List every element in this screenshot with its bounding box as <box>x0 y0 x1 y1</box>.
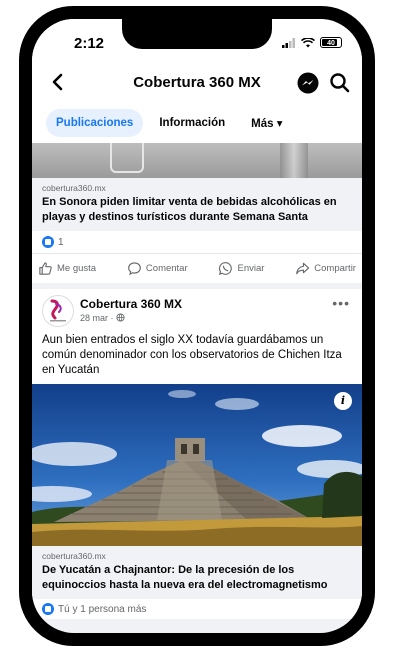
post-photo[interactable]: i <box>32 384 362 546</box>
link-preview[interactable]: cobertura360.mx En Sonora piden limitar … <box>32 178 362 231</box>
signal-icon <box>282 37 295 48</box>
page-logo-icon <box>50 299 66 322</box>
whatsapp-icon <box>219 262 233 276</box>
page-tabs: Publicaciones Información Más ▾ <box>32 103 362 143</box>
reactions-summary[interactable]: 1 <box>32 231 362 253</box>
send-label: Enviar <box>237 263 265 274</box>
link-domain: cobertura360.mx <box>42 183 106 193</box>
battery-icon: 40 <box>320 37 342 48</box>
status-icons: 40 <box>282 37 342 48</box>
tab-publicaciones[interactable]: Publicaciones <box>46 109 144 137</box>
like-button[interactable]: Me gusta <box>38 261 96 276</box>
info-button[interactable]: i <box>334 392 352 410</box>
link-title: De Yucatán a Chajnantor: De la precesión… <box>42 564 328 591</box>
share-button[interactable]: Compartir <box>295 261 356 276</box>
reaction-count: 1 <box>58 236 64 248</box>
comment-button[interactable]: Comentar <box>127 261 188 276</box>
messenger-button[interactable] <box>296 71 320 95</box>
send-button[interactable]: Enviar <box>218 261 264 276</box>
comment-label: Comentar <box>145 263 188 274</box>
phone-frame: 2:12 40 Cobertura 360 MX Publicaciones I… <box>19 6 375 646</box>
post-header: Cobertura 360 MX 28 mar · ••• <box>32 289 362 331</box>
more-icon: ••• <box>332 295 350 311</box>
avatar[interactable] <box>42 295 74 327</box>
thumbs-up-icon <box>39 262 52 275</box>
globe-icon <box>116 313 125 322</box>
battery-level: 40 <box>327 40 335 47</box>
tab-informacion[interactable]: Información <box>149 109 235 137</box>
reactions-summary[interactable]: Tú y 1 persona más <box>32 599 362 619</box>
reaction-names: Tú y 1 persona más <box>58 603 147 615</box>
post-meta: 28 mar · <box>80 313 125 323</box>
post-date: 28 mar · <box>80 313 117 323</box>
bottle-shape <box>280 143 308 178</box>
info-icon: i <box>340 394 346 407</box>
share-label: Compartir <box>314 263 356 274</box>
screen: 2:12 40 Cobertura 360 MX Publicaciones I… <box>32 19 362 633</box>
page-name[interactable]: Cobertura 360 MX <box>80 297 182 311</box>
post-card: Cobertura 360 MX 28 mar · ••• Aun bien e… <box>32 289 362 619</box>
post-actions: Me gusta Comentar Enviar Compartir <box>32 253 362 283</box>
post-text: Aun bien entrados el siglo XX todavía gu… <box>42 334 342 376</box>
glass-shape <box>110 143 144 173</box>
like-label: Me gusta <box>57 263 97 274</box>
link-preview[interactable]: cobertura360.mx De Yucatán a Chajnantor:… <box>32 546 362 599</box>
search-icon <box>330 73 350 93</box>
status-time: 2:12 <box>74 35 105 52</box>
messenger-icon <box>297 72 319 94</box>
search-button[interactable] <box>328 71 352 95</box>
more-options-button[interactable]: ••• <box>332 295 350 311</box>
link-domain: cobertura360.mx <box>42 551 106 561</box>
share-icon <box>296 262 310 275</box>
notch <box>122 19 272 49</box>
link-title: En Sonora piden limitar venta de bebidas… <box>42 196 337 223</box>
nav-bar: Cobertura 360 MX <box>32 63 362 103</box>
like-reaction-icon <box>42 236 54 248</box>
wifi-icon <box>301 37 315 47</box>
feed: cobertura360.mx En Sonora piden limitar … <box>32 143 362 619</box>
post-card: cobertura360.mx En Sonora piden limitar … <box>32 143 362 283</box>
chichen-itza-photo <box>32 384 362 546</box>
post-image[interactable] <box>32 143 362 178</box>
like-reaction-icon <box>42 603 54 615</box>
tab-mas[interactable]: Más ▾ <box>241 108 292 138</box>
comment-icon <box>128 262 141 276</box>
